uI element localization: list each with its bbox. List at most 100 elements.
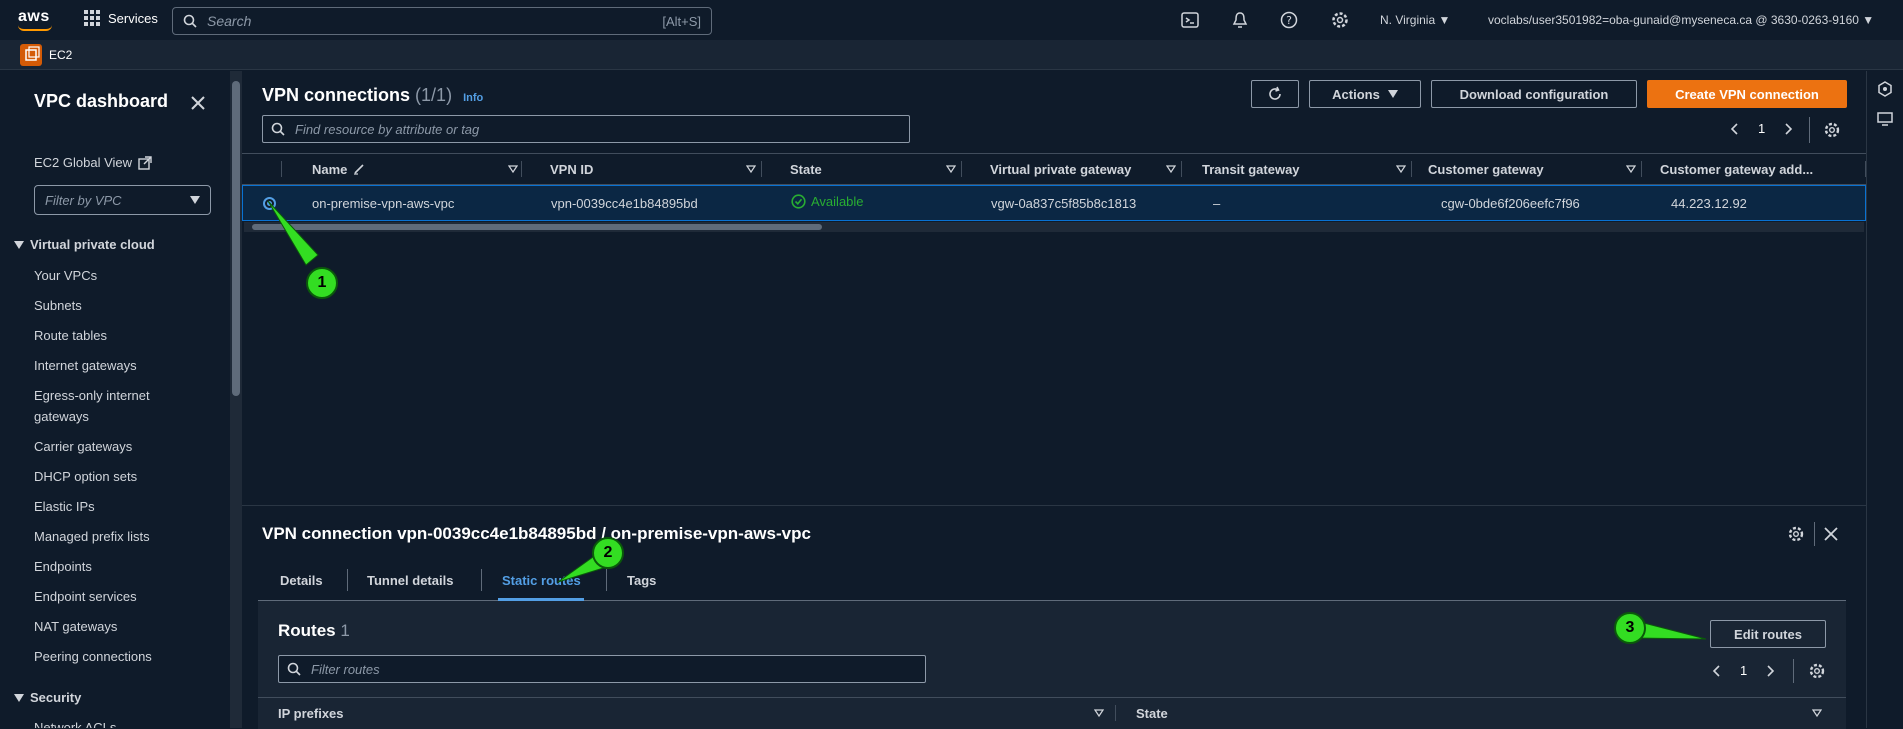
sort-caret-icon[interactable] <box>1626 164 1636 174</box>
column-header-vpn-id[interactable]: VPN ID <box>522 154 762 184</box>
page-title-text: VPN connections <box>262 85 411 105</box>
search-icon <box>287 662 301 676</box>
sidebar-scrollbar[interactable] <box>230 71 242 728</box>
sidebar-item-endpoint-services[interactable]: Endpoint services <box>34 586 194 607</box>
column-header-virtual-private-gateway[interactable]: Virtual private gateway <box>962 154 1182 184</box>
actions-button[interactable]: Actions <box>1309 80 1421 108</box>
edit-icon <box>354 164 364 175</box>
sidebar-item-elastic-ips[interactable]: Elastic IPs <box>34 496 194 517</box>
global-view-label: EC2 Global View <box>34 155 133 170</box>
sort-caret-icon[interactable] <box>1094 708 1104 718</box>
ec2-icon[interactable] <box>20 44 42 66</box>
sort-caret-icon[interactable] <box>1396 164 1406 174</box>
vpc-filter-select[interactable]: Filter by VPC <box>34 185 211 215</box>
sidebar-item-global-view[interactable]: EC2 Global View <box>34 155 152 170</box>
sidebar-item-peering-connections[interactable]: Peering connections <box>34 646 194 667</box>
sidebar-item-dhcp-option-sets[interactable]: DHCP option sets <box>34 466 194 487</box>
detail-settings-icon[interactable] <box>1788 526 1804 542</box>
preferences-gear-icon[interactable] <box>1824 122 1840 138</box>
sort-caret-icon[interactable] <box>508 164 518 174</box>
settings-icon[interactable] <box>1331 11 1349 29</box>
table-search-input[interactable]: Find resource by attribute or tag <box>262 115 910 143</box>
pagination: 1 <box>1730 121 1793 136</box>
column-header-customer-gateway[interactable]: Customer gateway <box>1412 154 1642 184</box>
chevron-left-icon[interactable] <box>1712 664 1720 677</box>
svg-text:?: ? <box>1286 14 1292 27</box>
info-link[interactable]: Info <box>463 92 483 104</box>
services-menu-button[interactable]: Services <box>84 10 158 26</box>
region-selector[interactable]: N. Virginia ▼ <box>1380 13 1450 27</box>
sidebar-item-network-acls[interactable]: Network ACLs <box>34 717 194 728</box>
column-header-route-state[interactable]: State <box>1136 698 1826 728</box>
sidebar-item-route-tables[interactable]: Route tables <box>34 325 194 346</box>
routes-count: 1 <box>340 621 350 640</box>
selection-count: (1/1) <box>415 85 453 105</box>
chevron-left-icon[interactable] <box>1730 122 1738 135</box>
routes-panel: Routes 1 Edit routes Filter routes 1 IP … <box>258 601 1846 729</box>
region-label: N. Virginia <box>1380 13 1436 27</box>
column-route-state-label: State <box>1136 705 1168 721</box>
search-placeholder: Search <box>207 13 252 29</box>
sidebar-item-carrier-gateways[interactable]: Carrier gateways <box>34 436 194 457</box>
cell-vpn-id-link[interactable]: vpn-0039cc4e1b84895bd <box>551 196 698 211</box>
cell-cgw-link[interactable]: cgw-0bde6f206eefc7f96 <box>1441 196 1580 211</box>
close-icon[interactable] <box>1824 527 1838 541</box>
sidebar-scrollbar-thumb[interactable] <box>232 81 240 396</box>
global-search-input[interactable]: Search [Alt+S] <box>172 7 712 35</box>
routes-page-number[interactable]: 1 <box>1740 663 1747 678</box>
aws-logo[interactable]: aws <box>18 8 52 31</box>
create-vpn-connection-button[interactable]: Create VPN connection <box>1647 80 1847 108</box>
account-menu[interactable]: voclabs/user3501982=oba-gunaid@myseneca.… <box>1488 13 1874 27</box>
tab-tags[interactable]: Tags <box>627 573 656 588</box>
chevron-right-icon[interactable] <box>1785 122 1793 135</box>
column-vgw-label: Virtual private gateway <box>990 161 1132 177</box>
sidebar-item-your-vpcs[interactable]: Your VPCs <box>34 265 194 286</box>
column-vpn-id-label: VPN ID <box>550 161 594 177</box>
sort-caret-icon[interactable] <box>746 164 756 174</box>
sidebar-section-vpc[interactable]: Virtual private cloud <box>14 237 155 252</box>
top-navigation: aws Services Search [Alt+S] ? N. Virgini… <box>0 0 1903 40</box>
table-scrollbar-thumb[interactable] <box>252 224 822 230</box>
column-header-customer-gateway-address[interactable]: Customer gateway add... <box>1642 154 1866 184</box>
actions-label: Actions <box>1332 86 1380 102</box>
table-row[interactable]: on-premise-vpn-aws-vpc vpn-0039cc4e1b848… <box>242 185 1866 221</box>
sort-caret-icon[interactable] <box>1812 708 1822 718</box>
column-header-ip-prefixes[interactable]: IP prefixes <box>278 698 1116 728</box>
column-cgw-label: Customer gateway <box>1428 161 1544 177</box>
right-utility-rail <box>1866 71 1903 728</box>
cell-vgw-link[interactable]: vgw-0a837c5f85b8c1813 <box>991 196 1136 211</box>
table-horizontal-scrollbar[interactable] <box>244 222 1864 232</box>
edit-routes-button[interactable]: Edit routes <box>1710 620 1826 648</box>
sidebar-section-security[interactable]: Security <box>14 690 81 705</box>
column-header-transit-gateway[interactable]: Transit gateway <box>1182 154 1412 184</box>
bell-icon[interactable] <box>1231 11 1249 29</box>
sidebar-item-egress-only-gateways[interactable]: Egress-only internet gateways <box>34 385 174 427</box>
column-header-state[interactable]: State <box>762 154 962 184</box>
column-state-label: State <box>790 161 822 177</box>
ec2-service-label[interactable]: EC2 <box>49 48 72 62</box>
sidebar-item-endpoints[interactable]: Endpoints <box>34 556 194 577</box>
hexagon-icon[interactable] <box>1877 81 1893 97</box>
page-number[interactable]: 1 <box>1758 121 1765 136</box>
close-icon[interactable] <box>190 95 206 111</box>
cell-state: Available <box>791 194 864 209</box>
sidebar-item-internet-gateways[interactable]: Internet gateways <box>34 355 194 376</box>
cloudshell-icon[interactable] <box>1181 11 1199 29</box>
refresh-button[interactable] <box>1251 80 1299 108</box>
sort-caret-icon[interactable] <box>946 164 956 174</box>
routes-filter-input[interactable]: Filter routes <box>278 655 926 683</box>
tab-details[interactable]: Details <box>280 573 323 588</box>
routes-preferences-icon[interactable] <box>1809 663 1825 679</box>
sort-caret-icon[interactable] <box>1166 164 1176 174</box>
chevron-right-icon[interactable] <box>1767 664 1775 677</box>
select-column-header <box>242 154 282 184</box>
section-vpc-label: Virtual private cloud <box>30 237 155 252</box>
sidebar-item-managed-prefix-lists[interactable]: Managed prefix lists <box>34 526 194 547</box>
help-icon[interactable]: ? <box>1280 11 1298 29</box>
sidebar-item-nat-gateways[interactable]: NAT gateways <box>34 616 194 637</box>
column-header-name[interactable]: Name <box>282 154 522 184</box>
download-configuration-button[interactable]: Download configuration <box>1431 80 1637 108</box>
sidebar-item-subnets[interactable]: Subnets <box>34 295 194 316</box>
screen-icon[interactable] <box>1877 111 1893 127</box>
tab-tunnel-details[interactable]: Tunnel details <box>367 573 453 588</box>
